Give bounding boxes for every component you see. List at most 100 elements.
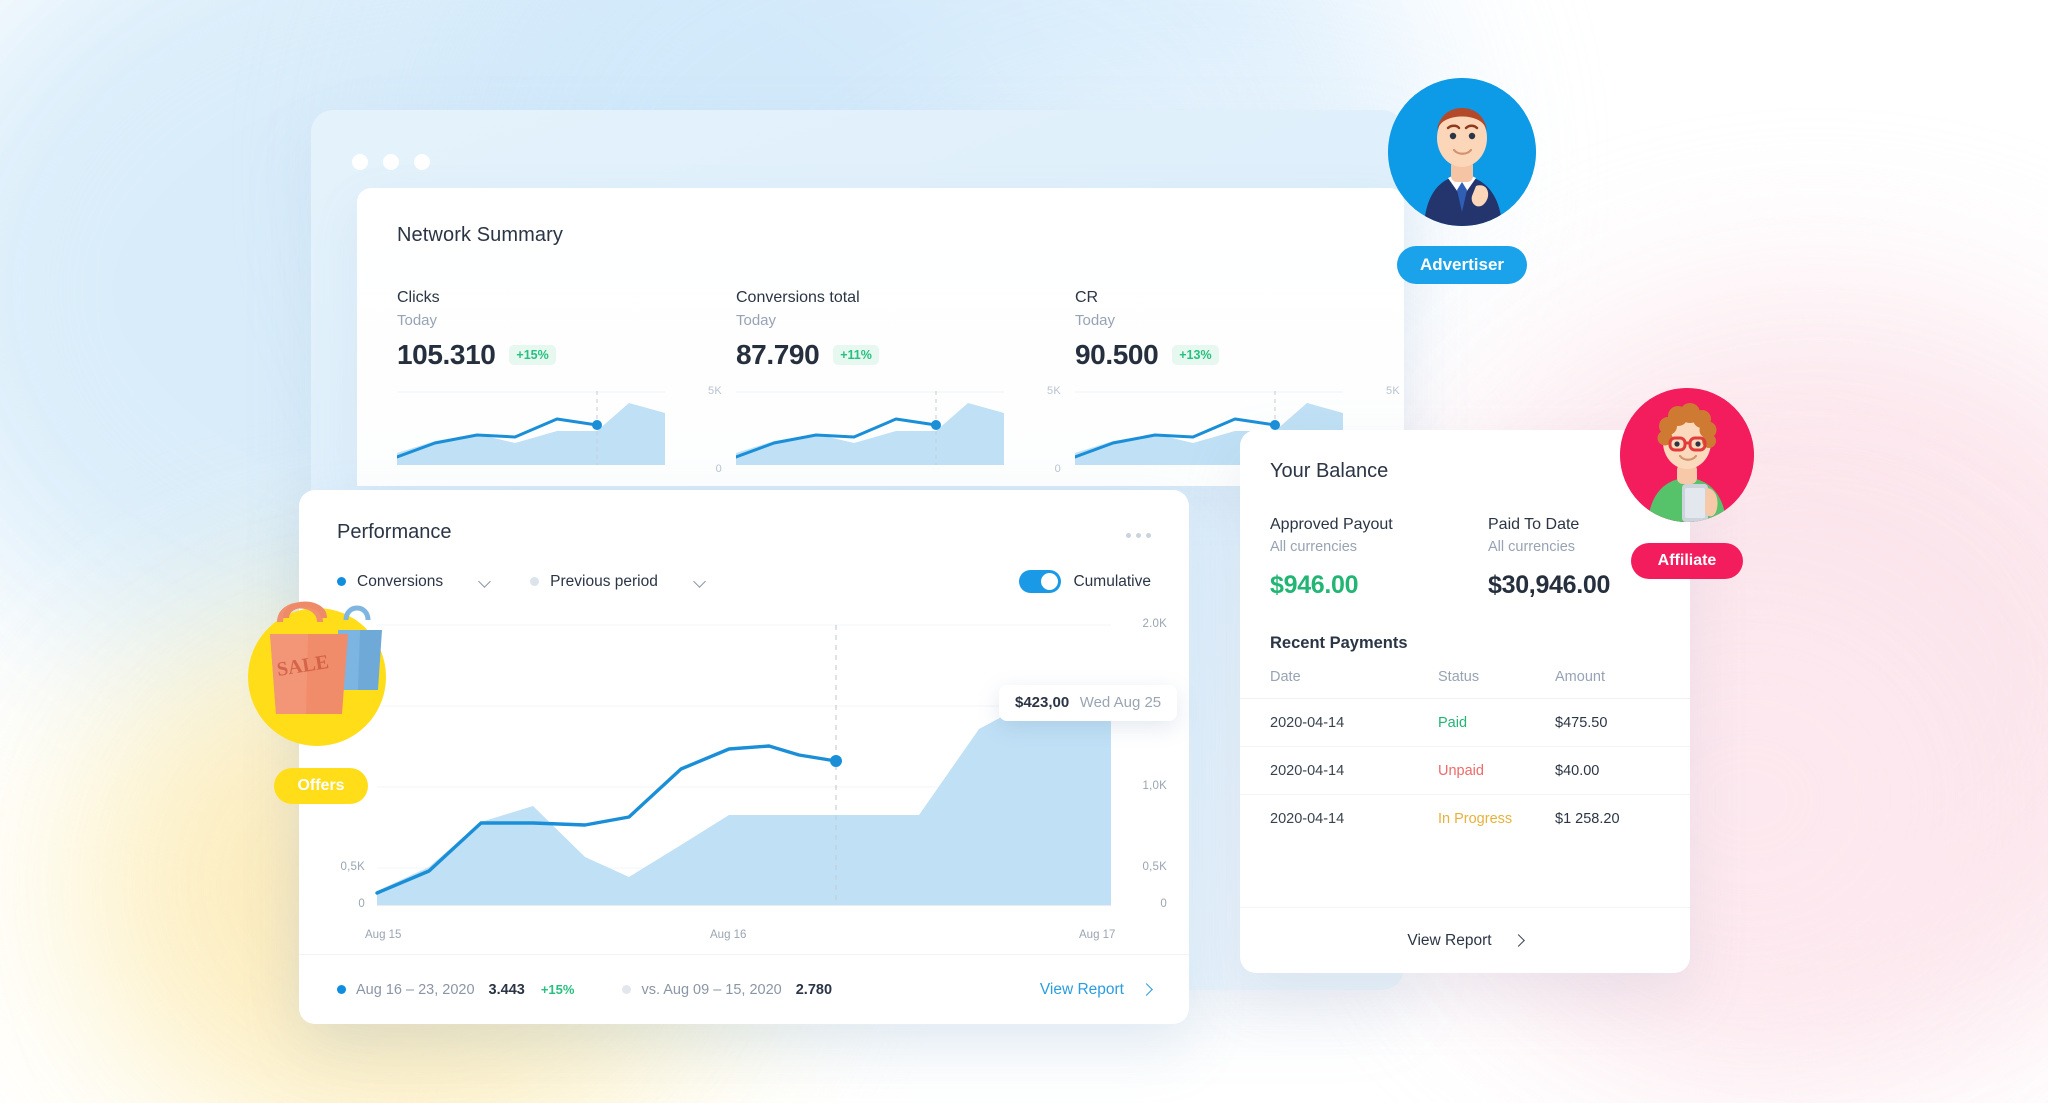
cell-date: 2020-04-14 <box>1240 746 1438 795</box>
compare-select[interactable]: Previous period <box>530 573 707 591</box>
y-axis-right-tick: 0 <box>1160 898 1167 910</box>
column-header-date: Date <box>1270 669 1301 685</box>
metric-label: Conversions total <box>736 289 860 306</box>
tooltip-date: Wed Aug 25 <box>1079 694 1162 711</box>
legend-current: Aug 16 – 23, 2020 3.443 +15% <box>337 982 574 998</box>
performance-card: Performance Conversions Previous period … <box>299 490 1189 1024</box>
metric-value: 87.790 <box>736 339 820 370</box>
status-badge: Unpaid <box>1438 763 1484 779</box>
compare-color-dot-icon <box>530 577 540 586</box>
hero-illustration: Network Summary Clicks Today 105.310 +15… <box>0 0 2048 1103</box>
metric-label: Clicks <box>397 289 440 306</box>
y-axis-right-tick: 0,5K <box>1142 861 1167 873</box>
metric-period: Today <box>736 312 777 329</box>
network-summary-title: Network Summary <box>397 224 563 246</box>
metric-label: CR <box>1075 289 1099 306</box>
status-badge: Paid <box>1438 715 1468 731</box>
metric-period: Today <box>397 312 438 329</box>
cell-status: Unpaid <box>1438 746 1555 795</box>
chevron-down-icon <box>695 576 707 588</box>
persona-affiliate: Affiliate <box>1620 388 1754 579</box>
metric-delta-badge: +13% <box>1172 345 1219 365</box>
paid-to-date-amount: $30,946.00 <box>1488 571 1611 599</box>
affiliate-avatar <box>1620 388 1754 522</box>
x-axis-tick: Aug 15 <box>365 929 402 941</box>
metric-clicks: Clicks Today 105.310 +15% 5K 0 <box>397 289 736 475</box>
advertiser-badge: Advertiser <box>1397 246 1527 284</box>
y-axis-right-tick: 2.0K <box>1142 618 1167 630</box>
sparkline-axis-max: 5K <box>1385 385 1400 397</box>
cell-date: 2020-04-14 <box>1240 698 1438 747</box>
sparkline-axis-max: 5K <box>707 385 722 397</box>
performance-chart: 0,5K 0 2.0K 1,5K 1,0K 0,5K 0 Aug 15 Aug … <box>299 609 1189 941</box>
legend-range: Aug 16 – 23, 2020 <box>356 981 475 998</box>
cell-amount: $475.50 <box>1555 698 1690 747</box>
window-dot-maximize[interactable] <box>414 154 430 170</box>
offers-illustration: SALE Offers <box>248 601 386 804</box>
window-dot-minimize[interactable] <box>383 154 399 170</box>
persona-advertiser: Advertiser <box>1388 78 1536 284</box>
sparkline-chart: 5K 0 <box>736 385 1061 475</box>
approved-payout-amount: $946.00 <box>1270 571 1359 599</box>
status-badge: In Progress <box>1438 811 1513 827</box>
view-report-label: View Report <box>1039 980 1124 998</box>
x-axis-tick: Aug 16 <box>710 929 747 941</box>
table-row[interactable]: 2020-04-14 In Progress $1 258.20 <box>1240 795 1690 843</box>
performance-footer: Aug 16 – 23, 2020 3.443 +15% vs. Aug 09 … <box>299 954 1189 1024</box>
cumulative-toggle-label: Cumulative <box>1073 572 1151 590</box>
legend-previous: vs. Aug 09 – 15, 2020 2.780 <box>622 982 832 998</box>
table-header-row: Date Status Amount <box>1240 669 1690 699</box>
y-axis-left-tick: 0,5K <box>340 861 365 873</box>
column-header-status: Status <box>1438 669 1480 685</box>
metric-value: 90.500 <box>1075 339 1159 370</box>
window-dot-close[interactable] <box>352 154 368 170</box>
legend-dot-icon <box>337 985 346 994</box>
advertiser-avatar <box>1388 78 1536 226</box>
legend-value: 2.780 <box>795 981 833 998</box>
approved-payout-currency: All currencies <box>1270 539 1358 555</box>
chart-tooltip: $423,00 Wed Aug 25 <box>999 685 1178 721</box>
performance-title: Performance <box>337 521 452 543</box>
metric-conversions-total: Conversions total Today 87.790 +11% 5K 0 <box>736 289 1075 475</box>
metric-delta-badge: +15% <box>509 345 556 365</box>
x-axis-tick: Aug 17 <box>1079 929 1116 941</box>
cell-date: 2020-04-14 <box>1270 811 1345 827</box>
performance-view-report-link[interactable]: View Report <box>1040 981 1151 999</box>
y-axis-left-tick: 0 <box>358 898 365 910</box>
sparkline-axis-min: 0 <box>715 463 722 475</box>
recent-payments-title: Recent Payments <box>1270 634 1408 652</box>
window-traffic-lights <box>352 154 430 170</box>
cell-amount: $40.00 <box>1555 746 1690 795</box>
cell-status: In Progress <box>1438 795 1555 843</box>
sparkline-chart: 5K 0 <box>397 385 722 475</box>
sparkline-axis-max: 5K <box>1046 385 1061 397</box>
sparkline-axis-min: 0 <box>1054 463 1061 475</box>
y-axis-right-tick: 1,0K <box>1142 780 1167 792</box>
approved-payout-block: Approved Payout All currencies $946.00 <box>1270 516 1465 600</box>
table-row[interactable]: 2020-04-14 Paid $475.50 <box>1240 698 1690 747</box>
performance-chart-svg <box>375 624 1111 906</box>
table-row[interactable]: 2020-04-14 Unpaid $40.00 <box>1240 746 1690 795</box>
column-header-amount: Amount <box>1555 669 1605 685</box>
chevron-down-icon <box>480 576 492 588</box>
metric-period: Today <box>1075 312 1116 329</box>
balance-view-report-link[interactable]: View Report <box>1240 907 1690 973</box>
legend-range: vs. Aug 09 – 15, 2020 <box>641 981 782 998</box>
metrics-row: Clicks Today 105.310 +15% 5K 0 Conversio… <box>397 289 1400 475</box>
offers-badge: Offers <box>274 768 368 804</box>
metric-delta-badge: +11% <box>833 345 879 365</box>
cell-amount: $1 258.20 <box>1555 811 1620 827</box>
offers-circle: SALE <box>248 601 386 746</box>
metric-value: 105.310 <box>397 339 496 370</box>
legend-value: 3.443 <box>488 981 525 998</box>
view-report-label: View Report <box>1407 931 1492 949</box>
legend-dot-icon <box>622 985 632 994</box>
cumulative-toggle[interactable] <box>1019 570 1062 593</box>
chevron-right-icon <box>1142 985 1151 994</box>
cell-status: Paid <box>1438 698 1555 747</box>
kebab-menu-icon[interactable] <box>1126 521 1151 538</box>
chevron-right-icon <box>1514 936 1523 945</box>
tooltip-value: $423,00 <box>1015 694 1070 711</box>
approved-payout-label: Approved Payout <box>1270 516 1393 533</box>
legend-delta: +15% <box>540 982 575 997</box>
